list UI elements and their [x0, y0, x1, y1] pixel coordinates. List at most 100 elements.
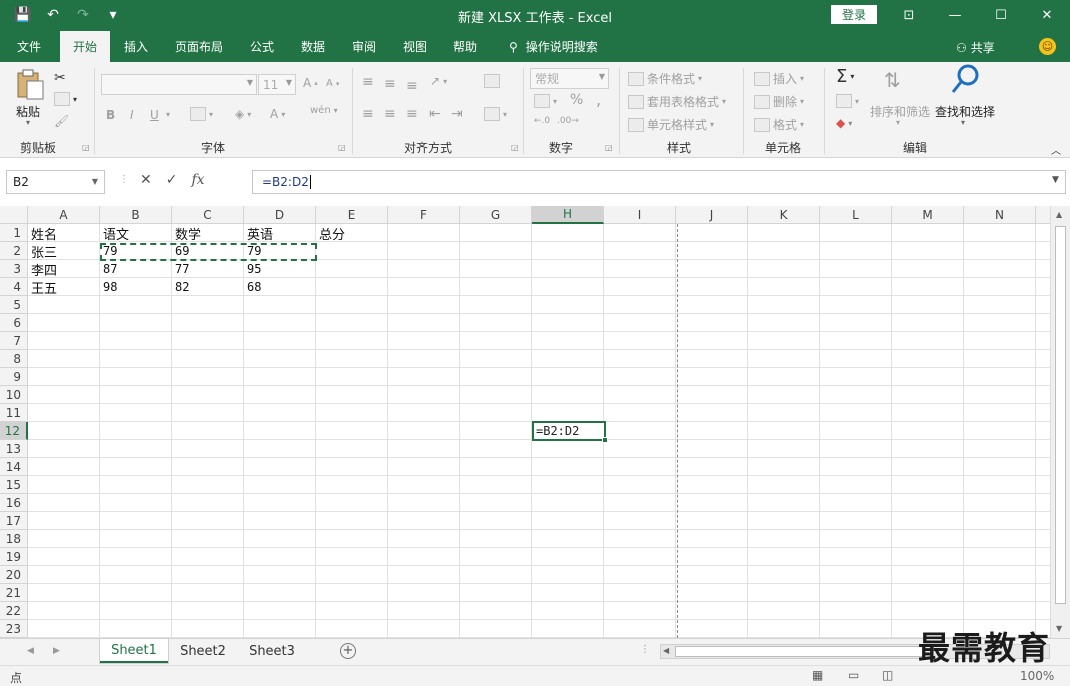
column-header-e[interactable]: E [316, 206, 388, 224]
column-header-h[interactable]: H [532, 206, 604, 224]
decrease-decimal-icon[interactable]: .00→ [557, 116, 579, 126]
format-cells-button[interactable]: 格式 ▾ [754, 116, 804, 133]
cell-d1[interactable]: 英语 [244, 224, 316, 243]
horizontal-scroll-thumb[interactable] [675, 646, 925, 657]
row-header-10[interactable]: 10 [0, 386, 28, 404]
row-header-2[interactable]: 2 [0, 242, 28, 260]
redo-icon[interactable]: ↷ [70, 4, 96, 26]
column-header-b[interactable]: B [100, 206, 172, 224]
page-break-preview-icon[interactable]: ◫ [882, 668, 893, 682]
undo-icon[interactable]: ↶ [40, 4, 66, 26]
align-top-icon[interactable]: ≡ [362, 74, 374, 90]
row-header-19[interactable]: 19 [0, 548, 28, 566]
column-header-n[interactable]: N [964, 206, 1036, 224]
sheet-tab-sheet2[interactable]: Sheet2 [170, 639, 236, 663]
scroll-left-icon[interactable]: ◀ [663, 646, 669, 655]
expand-formula-bar-icon[interactable]: ▼ [1052, 175, 1059, 185]
align-center-icon[interactable]: ≡ [384, 106, 396, 122]
add-sheet-icon[interactable]: + [340, 643, 356, 659]
row-header-9[interactable]: 9 [0, 368, 28, 386]
orientation-icon[interactable]: ↗ ▾ [430, 74, 447, 88]
tab-view[interactable]: 视图 [403, 31, 427, 62]
sort-filter-dropdown-icon[interactable]: ▾ [896, 118, 900, 127]
minimize-button[interactable]: — [932, 0, 978, 31]
cell-a1[interactable]: 姓名 [28, 224, 100, 243]
cell-c3[interactable]: 77 [172, 260, 244, 278]
vertical-scrollbar[interactable]: ▲ ▼ [1050, 206, 1070, 638]
cancel-entry-icon[interactable]: ✕ [140, 172, 152, 188]
column-header-j[interactable]: J [676, 206, 748, 224]
paste-dropdown-icon[interactable]: ▾ [26, 118, 30, 127]
cell-b3[interactable]: 87 [100, 260, 172, 278]
fill-handle[interactable] [602, 437, 608, 443]
merge-center-icon[interactable]: ▾ [484, 107, 507, 121]
row-header-14[interactable]: 14 [0, 458, 28, 476]
row-header-7[interactable]: 7 [0, 332, 28, 350]
phonetic-icon[interactable]: wén ▾ [310, 105, 338, 116]
format-as-table-button[interactable]: 套用表格格式 ▾ [628, 93, 726, 110]
next-sheet-icon[interactable]: ▶ [53, 646, 60, 656]
underline-dropdown-icon[interactable]: ▾ [166, 110, 170, 119]
cell-a4[interactable]: 王五 [28, 278, 100, 297]
sheet-tab-sheet1[interactable]: Sheet1 [100, 639, 168, 663]
row-header-21[interactable]: 21 [0, 584, 28, 602]
font-color-icon[interactable]: A ▾ [270, 107, 285, 121]
cell-c4[interactable]: 82 [172, 278, 244, 296]
number-launcher-icon[interactable]: ◲ [605, 143, 613, 152]
collapse-ribbon-icon[interactable]: ︿ [1051, 142, 1061, 157]
copy-icon[interactable]: ▾ [54, 92, 77, 106]
scroll-down-icon[interactable]: ▼ [1056, 624, 1062, 633]
alignment-launcher-icon[interactable]: ◲ [511, 143, 519, 152]
fill-icon[interactable]: ▾ [836, 94, 859, 108]
select-all-corner[interactable] [0, 206, 28, 224]
tab-help[interactable]: 帮助 [453, 31, 477, 62]
column-header-a[interactable]: A [28, 206, 100, 224]
insert-cells-button[interactable]: 插入 ▾ [754, 70, 804, 87]
confirm-entry-icon[interactable]: ✓ [166, 172, 178, 188]
name-box[interactable]: B2 ▼ [6, 170, 105, 194]
align-middle-icon[interactable]: ≡ [384, 76, 396, 92]
increase-decimal-icon[interactable]: ←.0 [534, 116, 550, 126]
cell-c1[interactable]: 数学 [172, 224, 244, 243]
normal-view-icon[interactable]: ▦ [812, 668, 823, 682]
feedback-smiley-icon[interactable]: ☺ [1039, 38, 1056, 55]
find-select-dropdown-icon[interactable]: ▾ [961, 118, 965, 127]
insert-function-icon[interactable]: fx [191, 172, 204, 188]
increase-indent-icon[interactable]: ⇥ [451, 106, 463, 122]
align-right-icon[interactable]: ≡ [406, 106, 418, 122]
tab-data[interactable]: 数据 [301, 31, 325, 62]
paste-icon[interactable] [15, 69, 45, 101]
cell-b1[interactable]: 语文 [100, 224, 172, 243]
scroll-up-icon[interactable]: ▲ [1056, 210, 1062, 219]
column-header-g[interactable]: G [460, 206, 532, 224]
tab-review[interactable]: 审阅 [352, 31, 376, 62]
maximize-button[interactable]: ☐ [978, 0, 1024, 31]
row-header-17[interactable]: 17 [0, 512, 28, 530]
align-left-icon[interactable]: ≡ [362, 106, 374, 122]
row-header-15[interactable]: 15 [0, 476, 28, 494]
cut-icon[interactable]: ✂ [54, 70, 66, 86]
underline-button[interactable]: U [150, 108, 159, 122]
magnifier-icon[interactable] [950, 64, 980, 96]
row-header-16[interactable]: 16 [0, 494, 28, 512]
autosum-icon[interactable]: Σ ▾ [836, 66, 854, 87]
row-header-3[interactable]: 3 [0, 260, 28, 278]
decrease-font-icon[interactable]: A ▾ [326, 78, 339, 89]
decrease-indent-icon[interactable]: ⇤ [429, 106, 441, 122]
zoom-level[interactable]: 100% [1020, 669, 1054, 683]
share-button[interactable]: ⚇ 共享 [956, 39, 995, 56]
row-header-6[interactable]: 6 [0, 314, 28, 332]
column-header-k[interactable]: K [748, 206, 820, 224]
row-header-4[interactable]: 4 [0, 278, 28, 296]
cell-b4[interactable]: 98 [100, 278, 172, 296]
delete-cells-button[interactable]: 删除 ▾ [754, 93, 804, 110]
login-button[interactable]: 登录 [831, 5, 877, 24]
clear-icon[interactable]: ◆ ▾ [836, 116, 852, 130]
row-header-22[interactable]: 22 [0, 602, 28, 620]
save-icon[interactable]: 💾 [10, 4, 36, 26]
font-name-combobox[interactable]: ▼ [101, 74, 257, 95]
font-launcher-icon[interactable]: ◲ [338, 143, 346, 152]
row-header-13[interactable]: 13 [0, 440, 28, 458]
sort-filter-icon[interactable]: ⇅ [884, 68, 901, 92]
borders-icon[interactable]: ▾ [190, 107, 213, 121]
